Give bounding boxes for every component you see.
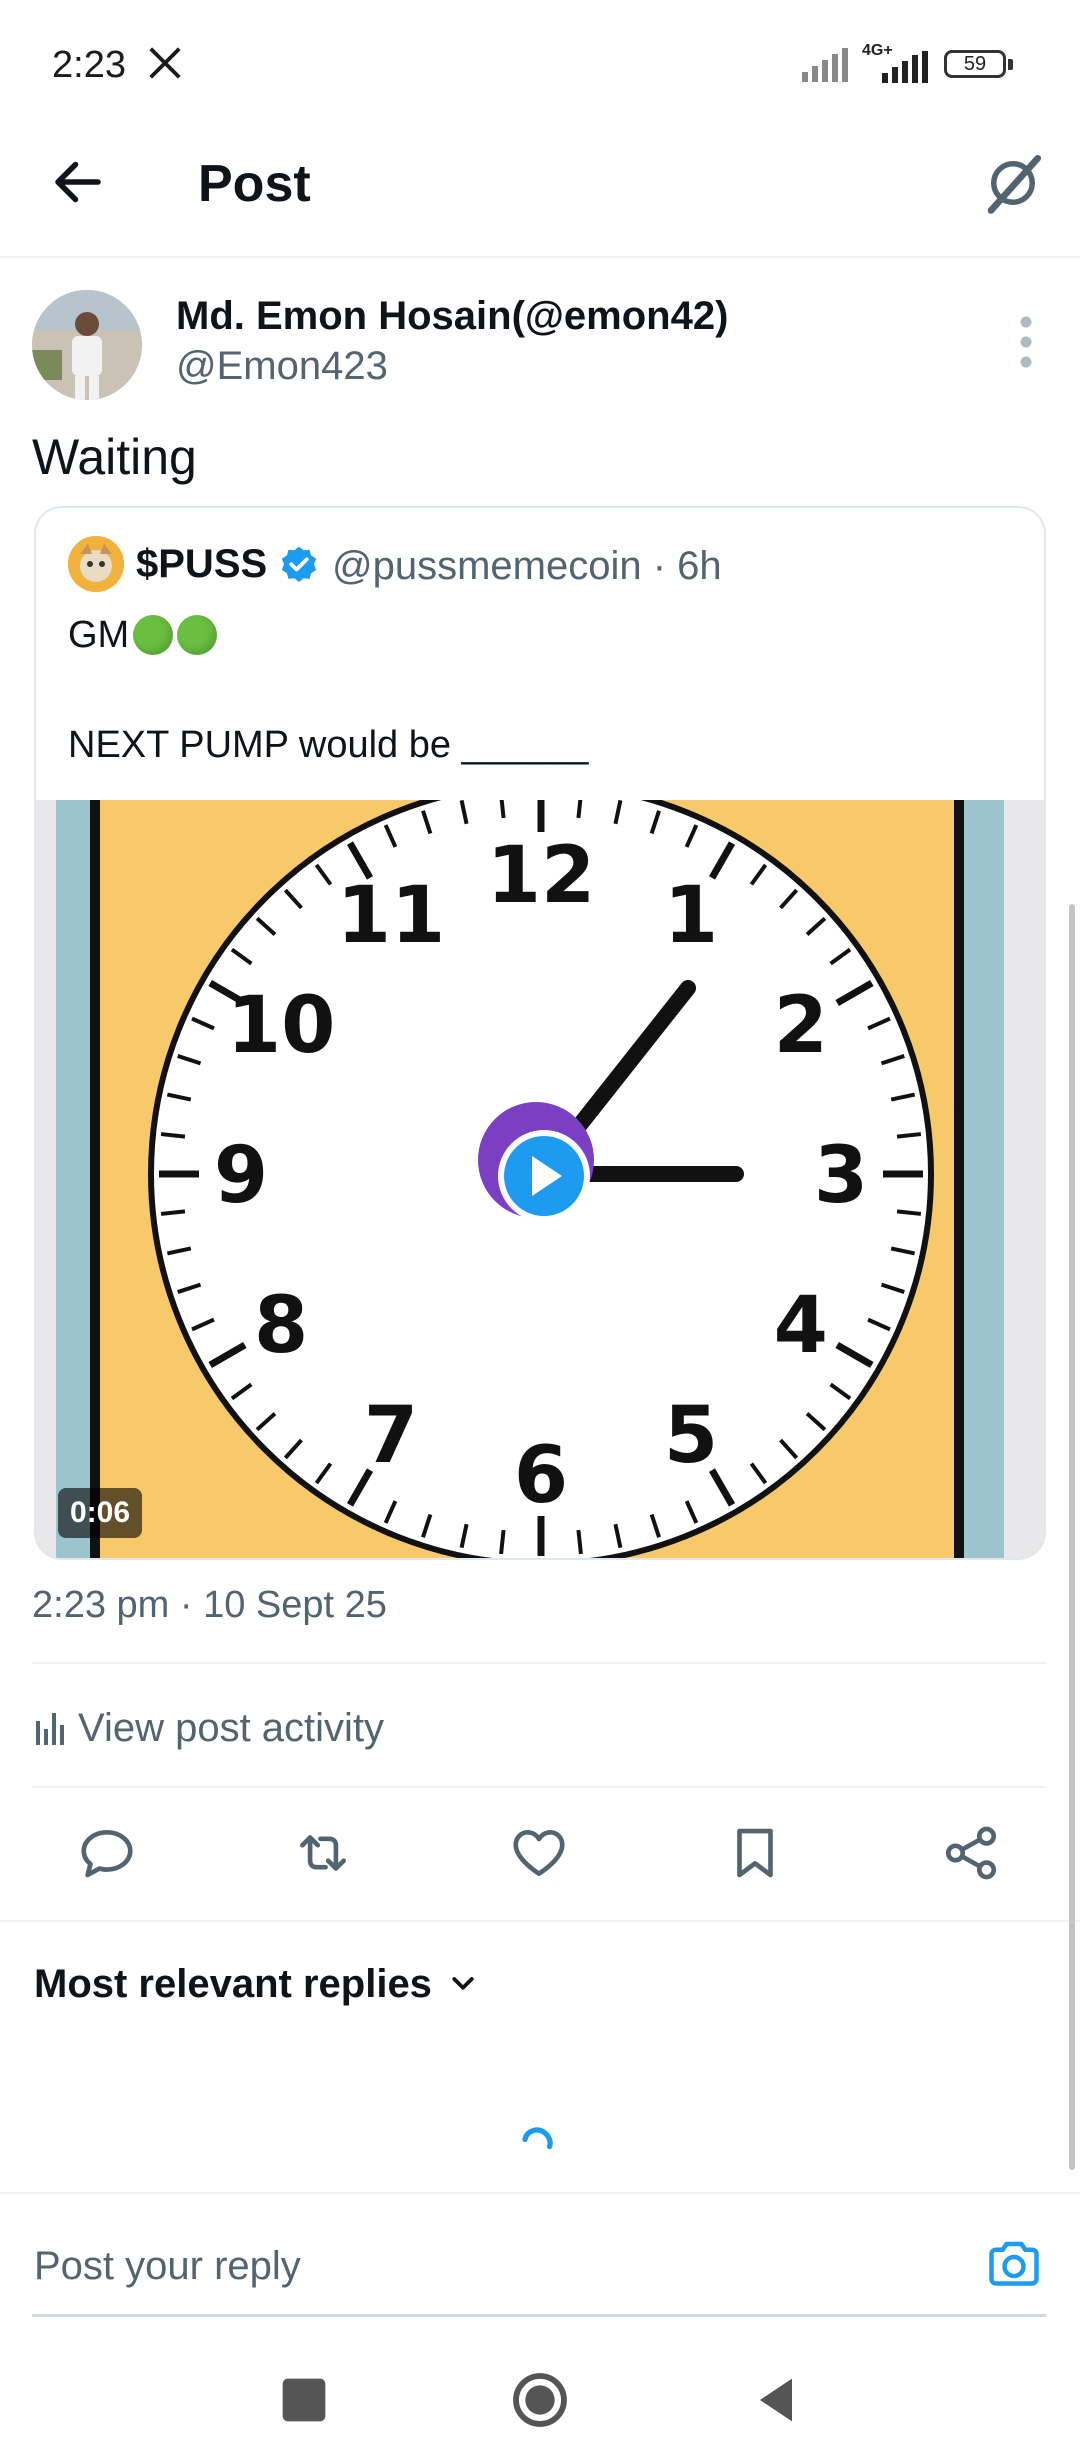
author-handle[interactable]: @Emon423 [176, 344, 388, 389]
clock-thumbnail: 12 12 3 45 6 78 9 1011 [36, 800, 1044, 1558]
clock-tick [896, 1132, 922, 1139]
battery-tip [1008, 59, 1013, 70]
chevron-down-icon [452, 1977, 474, 1990]
clock-tick [160, 1209, 186, 1216]
more-options-icon[interactable] [1014, 312, 1038, 372]
video-player[interactable]: 12 1 2 3 4 5 6 7 8 9 10 11 0:06 [36, 800, 1044, 1558]
clock-tick [896, 1209, 922, 1216]
clock-numeral: 3 [814, 1131, 868, 1221]
quoted-text-line1: GM [68, 614, 218, 657]
clock-tick [499, 800, 506, 819]
share-icon[interactable] [940, 1822, 1002, 1884]
divider [0, 1920, 1080, 1922]
bookmark-icon[interactable] [724, 1822, 786, 1884]
clock-numeral: 6 [514, 1431, 568, 1521]
reply-input[interactable] [34, 2236, 934, 2296]
analytics-icon [36, 1713, 64, 1745]
camera-icon[interactable] [984, 2234, 1044, 2294]
battery-indicator: 59 [944, 50, 1006, 78]
clock-numeral: 11 [337, 871, 446, 961]
grok-icon[interactable] [980, 150, 1046, 216]
green-circle-emoji [177, 615, 218, 655]
repost-icon[interactable] [292, 1822, 354, 1884]
quoted-post-card[interactable]: $PUSS @pussmemecoin · 6h GM NEXT PUMP wo… [34, 506, 1046, 1560]
clock-tick [576, 800, 583, 819]
clock-numeral: 7 [364, 1391, 418, 1481]
quoted-text-gm: GM [68, 614, 130, 656]
quoted-text-line2: NEXT PUMP would be ______ [68, 724, 589, 766]
page-title: Post [198, 155, 311, 213]
clock-tick [160, 1132, 186, 1139]
recent-apps-icon[interactable] [272, 2368, 336, 2432]
clock-numeral: 10 [227, 981, 336, 1071]
author-avatar[interactable] [32, 290, 142, 400]
back-nav-icon[interactable] [744, 2368, 808, 2432]
video-duration: 0:06 [58, 1488, 143, 1538]
loading-spinner-icon [522, 2127, 553, 2150]
scrollbar[interactable] [1069, 904, 1075, 2170]
view-post-activity-label: View post activity [78, 1706, 385, 1750]
composer-border [0, 2192, 1080, 2194]
signal-strength-icon [882, 51, 928, 83]
clock-tick [499, 1529, 506, 1555]
clock-tick [576, 1529, 583, 1555]
clock-numeral: 9 [214, 1131, 268, 1221]
clock-numeral: 12 [487, 831, 596, 921]
reply-input-underline [32, 2314, 1046, 2317]
green-circle-emoji [133, 615, 174, 655]
x-logo-icon [149, 47, 181, 79]
quoted-avatar[interactable] [68, 536, 124, 592]
clock-numeral: 5 [664, 1391, 718, 1481]
reply-icon[interactable] [76, 1822, 138, 1884]
clock-numeral: 8 [254, 1281, 308, 1371]
home-icon[interactable] [508, 2368, 572, 2432]
clock-numeral: 4 [774, 1281, 828, 1371]
divider [32, 1786, 1046, 1788]
divider [32, 1662, 1046, 1664]
status-time: 2:23 [52, 44, 126, 86]
header-divider [0, 256, 1080, 258]
replies-sort-label: Most relevant replies [34, 1962, 432, 2006]
post-timestamp: 2:23 pm · 10 Sept 25 [32, 1584, 387, 1626]
clock-numeral: 1 [664, 871, 718, 961]
author-name[interactable]: Md. Emon Hosain(@emon42) [176, 294, 728, 339]
verified-badge-icon [281, 546, 317, 582]
post-text: Waiting [32, 429, 197, 485]
signal-icon [802, 48, 848, 82]
like-icon[interactable] [508, 1822, 570, 1884]
view-post-activity[interactable]: View post activity [34, 1706, 384, 1751]
quoted-author-name[interactable]: $PUSS [136, 542, 267, 587]
clock-numeral: 2 [774, 981, 828, 1071]
back-arrow-icon[interactable] [48, 152, 108, 212]
quoted-meta: @pussmemecoin · 6h [332, 544, 722, 588]
replies-sort-dropdown[interactable]: Most relevant replies [34, 1962, 478, 2007]
